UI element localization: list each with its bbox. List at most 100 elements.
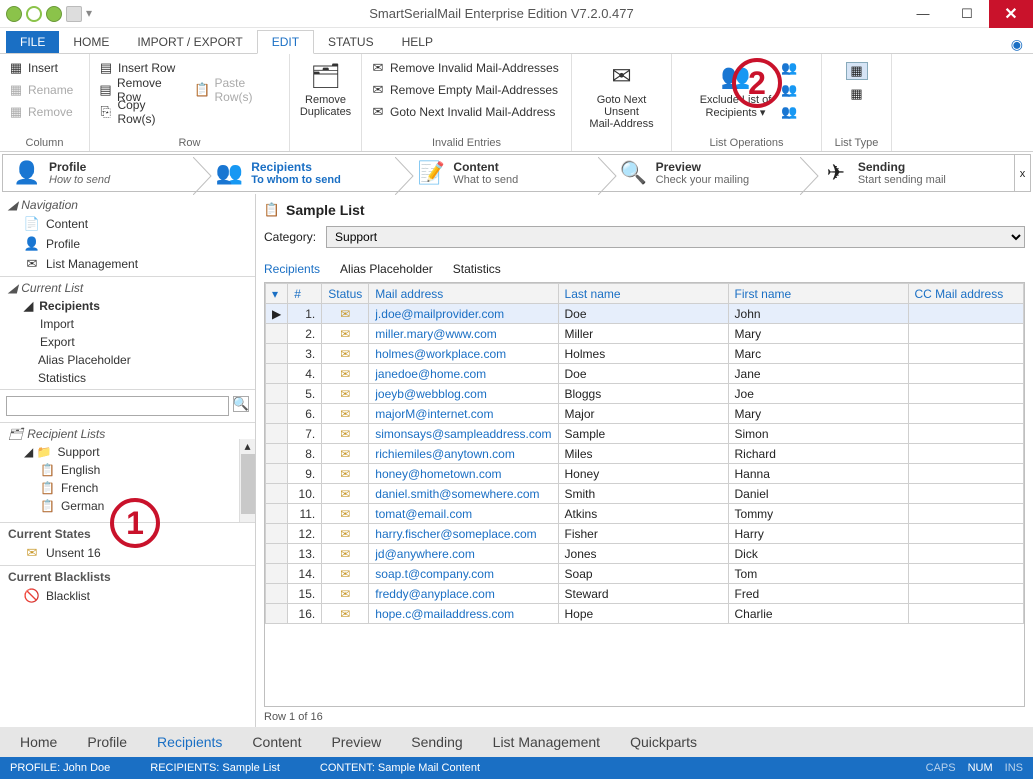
currentlist-import[interactable]: Import [0, 315, 255, 333]
tab-edit[interactable]: EDIT [257, 30, 314, 54]
bnav-content[interactable]: Content [252, 734, 301, 750]
nav-header[interactable]: ◢ Navigation [0, 196, 255, 214]
search-icon[interactable]: 🔍 [233, 396, 249, 412]
minimize-button[interactable]: — [901, 0, 945, 28]
recipientlists-header[interactable]: 🗂 Recipient Lists [0, 425, 255, 443]
listtype-icon-2[interactable]: ▦ [849, 86, 865, 102]
remove-duplicates-button[interactable]: 🗂 Remove Duplicates [296, 58, 355, 120]
currentlist-alias[interactable]: Alias Placeholder [0, 351, 255, 369]
exclude-list-button[interactable]: 👥 Exclude List of Recipients ▾ [696, 58, 776, 121]
blacklists-header[interactable]: Current Blacklists [0, 568, 255, 586]
maximize-button[interactable]: ☐ [945, 0, 989, 28]
col-cc[interactable]: CC Mail address [908, 284, 1023, 304]
listop-icon-2[interactable]: 👥 [781, 82, 797, 98]
recipients-grid[interactable]: ▾ # Status Mail address Last name First … [264, 282, 1025, 707]
listop-icon-1[interactable]: 👥 [781, 60, 797, 76]
listtype-icon-1[interactable]: ▦ [846, 62, 868, 80]
table-row[interactable]: 11.✉tomat@email.comAtkinsTommy [266, 504, 1024, 524]
table-row[interactable]: 3.✉holmes@workplace.comHolmesMarc [266, 344, 1024, 364]
col-status[interactable]: Status [322, 284, 369, 304]
subtab-stats[interactable]: Statistics [453, 262, 501, 276]
list-support[interactable]: ◢ 📁 Support [0, 443, 255, 461]
col-first[interactable]: First name [728, 284, 908, 304]
list-english[interactable]: 📋 English [0, 461, 255, 479]
nav-content[interactable]: 📄Content [0, 214, 255, 234]
qat-icon-3[interactable] [46, 6, 62, 22]
table-row[interactable]: 15.✉freddy@anyplace.comStewardFred [266, 584, 1024, 604]
table-row[interactable]: ▶1.✉j.doe@mailprovider.comDoeJohn [266, 304, 1024, 324]
qat-icon-4[interactable] [66, 6, 82, 22]
listop-icon-3[interactable]: 👥 [781, 104, 797, 120]
currentlist-recipients[interactable]: ◢ Recipients [0, 297, 255, 315]
nav-profile[interactable]: 👤Profile [0, 234, 255, 254]
state-unsent[interactable]: ✉Unsent 16 [0, 543, 255, 563]
table-row[interactable]: 5.✉joeyb@webblog.comBloggsJoe [266, 384, 1024, 404]
col-selector[interactable]: ▾ [266, 284, 288, 304]
blacklist-item[interactable]: 🚫Blacklist [0, 586, 255, 606]
bnav-sending[interactable]: Sending [411, 734, 462, 750]
nav-listmgmt[interactable]: ✉List Management [0, 254, 255, 274]
bnav-listmgmt[interactable]: List Management [493, 734, 600, 750]
table-row[interactable]: 14.✉soap.t@company.comSoapTom [266, 564, 1024, 584]
remove-invalid-button[interactable]: ✉Remove Invalid Mail-Addresses [370, 58, 563, 78]
currentlist-header[interactable]: ◢ Current List [0, 279, 255, 297]
paste-rows-button[interactable]: 📋Paste Row(s) [195, 80, 282, 100]
table-row[interactable]: 2.✉miller.mary@www.comMillerMary [266, 324, 1024, 344]
envelope-icon: ✉ [340, 587, 350, 601]
workflow-preview[interactable]: 🔍 PreviewCheck your mailing [610, 157, 812, 189]
workflow-content[interactable]: 📝 ContentWhat to send [407, 157, 609, 189]
tab-home[interactable]: HOME [59, 31, 123, 53]
table-row[interactable]: 6.✉majorM@internet.comMajorMary [266, 404, 1024, 424]
close-button[interactable]: ✕ [989, 0, 1033, 28]
bnav-quickparts[interactable]: Quickparts [630, 734, 697, 750]
col-mail[interactable]: Mail address [369, 284, 558, 304]
search-input[interactable] [6, 396, 229, 416]
category-select[interactable]: Support [326, 226, 1025, 248]
table-row[interactable]: 7.✉simonsays@sampleaddress.comSampleSimo… [266, 424, 1024, 444]
table-row[interactable]: 16.✉hope.c@mailaddress.comHopeCharlie [266, 604, 1024, 624]
rename-column-button[interactable]: ▦Rename [8, 80, 81, 100]
tab-status[interactable]: STATUS [314, 31, 388, 53]
qat-dropdown-icon[interactable]: ▾ [86, 6, 96, 22]
lists-scrollbar[interactable]: ▴ [239, 439, 255, 522]
workflow-close-button[interactable]: x [1014, 155, 1030, 191]
subtab-alias[interactable]: Alias Placeholder [340, 262, 433, 276]
list-german[interactable]: 📋 German [0, 497, 255, 515]
currentlist-stats[interactable]: Statistics [0, 369, 255, 387]
states-header[interactable]: Current States [0, 525, 255, 543]
list-french[interactable]: 📋 French [0, 479, 255, 497]
table-row[interactable]: 8.✉richiemiles@anytown.comMilesRichard [266, 444, 1024, 464]
insert-column-button[interactable]: ▦Insert [8, 58, 81, 78]
table-row[interactable]: 9.✉honey@hometown.comHoneyHanna [266, 464, 1024, 484]
help-icon[interactable]: ◉ [1011, 36, 1023, 53]
goto-invalid-button[interactable]: ✉Goto Next Invalid Mail-Address [370, 102, 563, 122]
table-row[interactable]: 4.✉janedoe@home.comDoeJane [266, 364, 1024, 384]
workflow-profile[interactable]: 👤 ProfileHow to send [3, 157, 205, 189]
table-row[interactable]: 10.✉daniel.smith@somewhere.comSmithDanie… [266, 484, 1024, 504]
qat-icon-2[interactable] [26, 6, 42, 22]
goto-unsent-button[interactable]: ✉ Goto Next Unsent Mail-Address [580, 58, 663, 132]
bnav-home[interactable]: Home [20, 734, 57, 750]
qat-icon-1[interactable] [6, 6, 22, 22]
subtab-recipients[interactable]: Recipients [264, 262, 320, 276]
insert-row-button[interactable]: ▤Insert Row [98, 58, 185, 78]
bnav-recipients[interactable]: Recipients [157, 734, 222, 750]
bnav-preview[interactable]: Preview [331, 734, 381, 750]
remove-column-button[interactable]: ▦Remove [8, 102, 81, 122]
col-num[interactable]: # [288, 284, 322, 304]
bnav-profile[interactable]: Profile [87, 734, 127, 750]
workflow-sending[interactable]: ✈ SendingStart sending mail [812, 157, 1014, 189]
currentlist-export[interactable]: Export [0, 333, 255, 351]
workflow-recipients[interactable]: 👥 RecipientsTo whom to send [205, 157, 407, 189]
copy-rows-button[interactable]: ⎘Copy Row(s) [98, 102, 185, 122]
tab-import-export[interactable]: IMPORT / EXPORT [123, 31, 256, 53]
remove-row-button[interactable]: ▤Remove Row [98, 80, 185, 100]
quick-access-toolbar: ▾ [0, 6, 102, 22]
table-row[interactable]: 13.✉jd@anywhere.comJonesDick [266, 544, 1024, 564]
tab-help[interactable]: HELP [388, 31, 447, 53]
table-row[interactable]: 12.✉harry.fischer@someplace.comFisherHar… [266, 524, 1024, 544]
status-profile: PROFILE: John Doe [10, 762, 110, 774]
tab-file[interactable]: FILE [6, 31, 59, 53]
remove-empty-button[interactable]: ✉Remove Empty Mail-Addresses [370, 80, 563, 100]
col-last[interactable]: Last name [558, 284, 728, 304]
